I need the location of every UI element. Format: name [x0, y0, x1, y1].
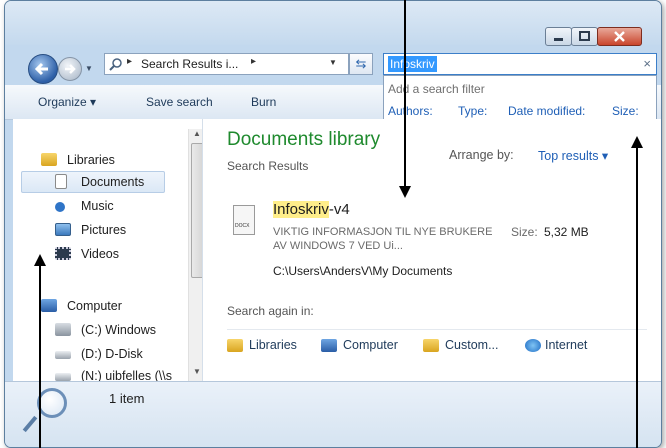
filter-date-modified[interactable]: Date modified: — [508, 104, 585, 118]
title-bar[interactable] — [5, 1, 661, 46]
sidebar-item-music[interactable]: Music — [55, 195, 114, 217]
sidebar-item-computer[interactable]: Computer — [41, 295, 122, 317]
chevron-down-icon[interactable]: ▼ — [329, 58, 337, 67]
videos-icon — [55, 247, 71, 260]
scroll-down-icon[interactable]: ▼ — [193, 367, 201, 376]
recent-pages-dropdown[interactable]: ▼ — [85, 64, 95, 74]
search-again-label: Search again in: — [227, 304, 314, 318]
computer-icon — [321, 339, 337, 352]
breadcrumb-search-results[interactable]: Search Results i... — [141, 57, 238, 71]
pictures-icon — [55, 223, 71, 236]
magnifier-icon — [37, 388, 67, 418]
internet-explorer-icon — [525, 339, 541, 352]
sidebar-item-label: Videos — [81, 247, 119, 261]
sidebar-scrollbar[interactable]: ▲ ▼ — [188, 129, 202, 381]
filter-title: Add a search filter — [388, 82, 485, 96]
size-label: Size: — [511, 225, 538, 239]
details-pane: 1 item — [5, 381, 661, 447]
query-highlight: Infoskriv — [273, 201, 329, 218]
sidebar-item-drive-d[interactable]: (D:) D-Disk — [55, 343, 143, 365]
back-button[interactable] — [28, 54, 58, 84]
forward-button[interactable] — [58, 57, 82, 81]
file-name-rest: -v4 — [328, 201, 350, 218]
sidebar-item-label: Pictures — [81, 223, 127, 237]
libraries-icon — [41, 153, 57, 166]
arrange-by-label: Arrange by: — [449, 148, 514, 162]
music-icon — [55, 202, 65, 212]
drive-icon — [55, 351, 71, 359]
libraries-icon — [227, 339, 243, 352]
search-result-item[interactable]: DOCX Infoskriv-v4 VIKTIG INFORMASJON TIL… — [233, 201, 643, 281]
maximize-button[interactable] — [571, 27, 598, 46]
filter-authors[interactable]: Authors: — [388, 104, 433, 118]
result-snippet: VIKTIG INFORMASJON TIL NYE BRUKERE AV WI… — [273, 226, 493, 252]
docx-file-icon: DOCX — [233, 205, 255, 235]
search-again-computer[interactable]: Computer — [343, 338, 398, 352]
breadcrumb-separator[interactable]: ▸ — [251, 56, 256, 67]
search-filter-dropdown: Add a search filter Authors: Type: Date … — [383, 75, 657, 125]
refresh-icon: ⇆ — [355, 56, 367, 71]
sidebar-item-videos[interactable]: Videos — [55, 243, 119, 265]
minimize-button[interactable] — [545, 27, 572, 46]
library-subtitle: Search Results — [227, 159, 309, 173]
search-again-custom[interactable]: Custom... — [445, 338, 499, 352]
minimize-icon — [554, 38, 563, 41]
close-button[interactable] — [597, 27, 642, 46]
search-again-internet[interactable]: Internet — [545, 338, 587, 352]
sidebar-item-label: Computer — [67, 299, 122, 313]
refresh-button[interactable]: ⇆ — [349, 53, 373, 75]
library-title: Documents library — [227, 129, 381, 150]
sidebar-item-drive-n[interactable]: (N:) uibfelles (\\s — [55, 365, 172, 381]
sidebar-item-label: (N:) uibfelles (\\s — [81, 369, 172, 381]
explorer-window: ▼ ▸ Search Results i... ▸ ▼ ⇆ Infoskriv … — [4, 0, 662, 448]
network-drive-icon — [55, 373, 71, 381]
search-again-libraries[interactable]: Libraries — [249, 338, 297, 352]
breadcrumb-separator[interactable]: ▸ — [127, 56, 132, 67]
result-file-name[interactable]: Infoskriv-v4 — [273, 201, 350, 218]
burn-button[interactable]: Burn — [251, 95, 276, 109]
navigation-pane: Libraries Documents Music Pictures Video… — [13, 119, 203, 381]
filter-size[interactable]: Size: — [612, 104, 639, 118]
sidebar-item-label: (C:) Windows — [81, 323, 157, 337]
result-path: C:\Users\AndersV\My Documents — [273, 264, 453, 278]
maximize-icon — [579, 31, 590, 41]
sidebar-item-pictures[interactable]: Pictures — [55, 219, 126, 241]
custom-folder-icon — [423, 339, 439, 352]
magnifier-handle — [22, 415, 38, 433]
search-again-bar: Libraries Computer Custom... Internet — [227, 329, 647, 352]
sidebar-item-label: Libraries — [67, 153, 115, 167]
forward-arrow-icon — [65, 64, 76, 74]
sidebar-item-drive-c[interactable]: (C:) Windows — [55, 319, 156, 341]
clear-search-icon[interactable]: × — [643, 56, 651, 72]
item-count: 1 item — [109, 391, 145, 406]
sidebar-item-documents[interactable]: Documents — [55, 171, 144, 193]
size-value: 5,32 MB — [544, 225, 589, 239]
address-bar[interactable]: ▸ Search Results i... ▸ ▼ — [104, 53, 349, 75]
search-input[interactable]: Infoskriv × — [383, 53, 657, 75]
content-pane: Documents library Search Results Arrange… — [203, 119, 661, 381]
sidebar-item-label: Music — [81, 199, 114, 213]
arrange-by-dropdown[interactable]: Top results ▾ — [538, 148, 608, 163]
scroll-up-icon[interactable]: ▲ — [193, 129, 201, 138]
search-query-text[interactable]: Infoskriv — [388, 56, 437, 72]
search-icon — [109, 58, 122, 71]
chevron-down-icon: ▼ — [85, 64, 93, 73]
computer-icon — [41, 299, 57, 312]
document-icon — [55, 174, 67, 189]
close-icon — [614, 31, 625, 42]
sidebar-item-libraries[interactable]: Libraries — [41, 149, 115, 171]
drive-icon — [55, 323, 71, 336]
scrollbar-thumb[interactable] — [191, 143, 202, 278]
sidebar-item-label: (D:) D-Disk — [81, 347, 143, 361]
organize-button[interactable]: Organize ▾ — [38, 95, 96, 109]
back-arrow-icon — [34, 62, 48, 76]
sidebar-item-label: Documents — [81, 175, 145, 189]
file-type-label: DOCX — [235, 223, 250, 229]
filter-type[interactable]: Type: — [458, 104, 487, 118]
save-search-button[interactable]: Save search — [146, 95, 213, 109]
